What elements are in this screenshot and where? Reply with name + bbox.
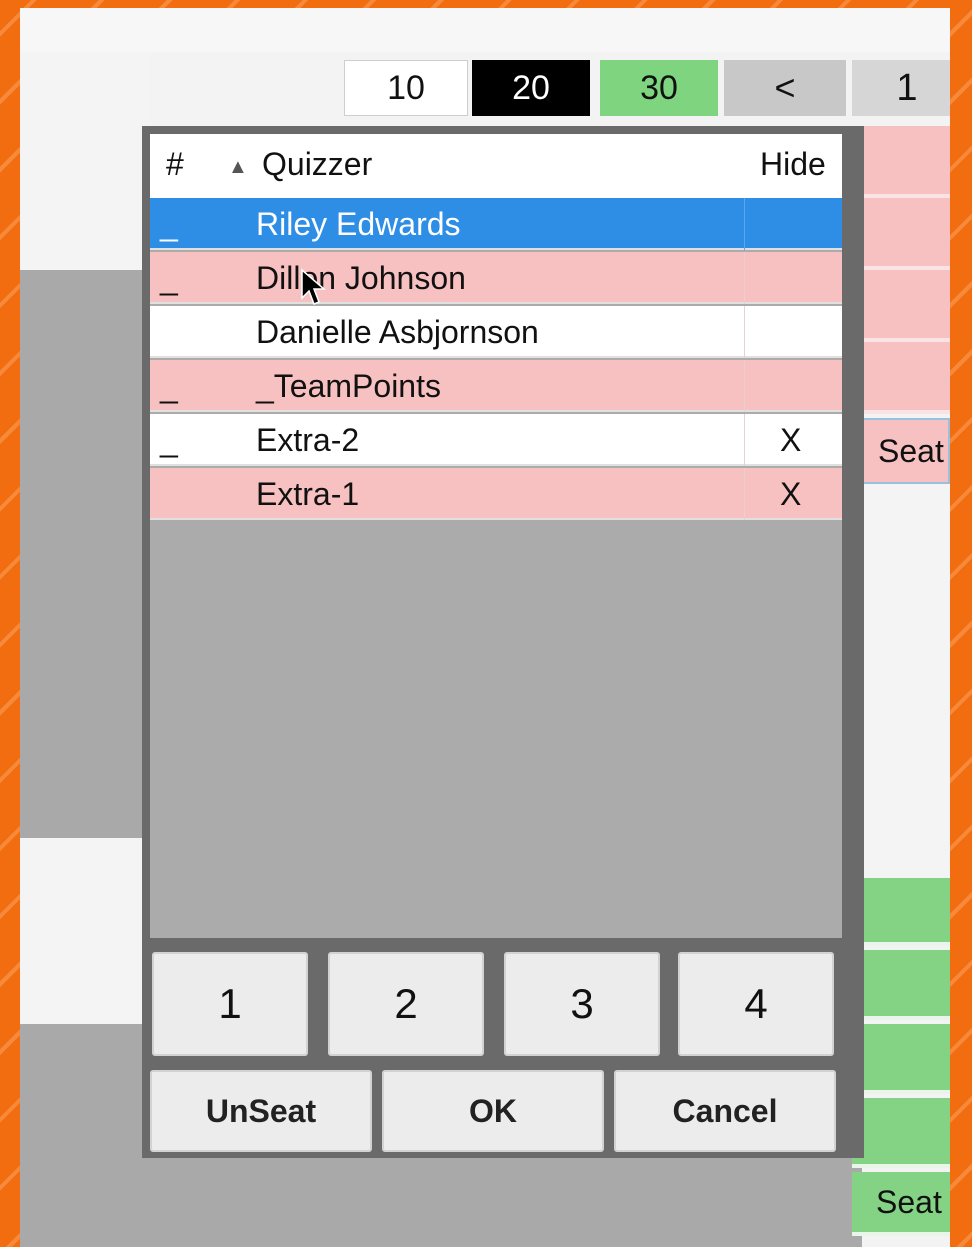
table-row[interactable]: _ _TeamPoints bbox=[150, 360, 842, 412]
seat-cell-green[interactable] bbox=[852, 950, 950, 1020]
app-window: 10 20 30 < 1 Seat Seat # ▲ Quizzer Hide … bbox=[20, 8, 950, 1247]
quizzer-name: Riley Edwards bbox=[256, 206, 461, 242]
page-1-button[interactable]: 1 bbox=[852, 60, 950, 116]
score-20-button[interactable]: 20 bbox=[472, 60, 590, 116]
unseat-button[interactable]: UnSeat bbox=[150, 1070, 372, 1152]
seat-1-button[interactable]: 1 bbox=[152, 952, 308, 1056]
table-row[interactable]: _ Riley Edwards bbox=[150, 198, 842, 250]
quizzer-dialog: # ▲ Quizzer Hide _ Riley Edwards _ Dillo… bbox=[142, 126, 864, 1158]
table-row[interactable]: _ Dillon Johnson bbox=[150, 252, 842, 305]
seat-cell-green[interactable] bbox=[852, 878, 950, 946]
column-header-number[interactable]: # bbox=[166, 146, 184, 183]
quizzer-name: _TeamPoints bbox=[256, 368, 441, 404]
seat-3-button[interactable]: 3 bbox=[504, 952, 660, 1056]
previous-button[interactable]: < bbox=[724, 60, 846, 116]
quizzer-name: Danielle Asbjornson bbox=[256, 314, 539, 350]
quizzer-name: Extra-1 bbox=[256, 476, 360, 512]
mouse-cursor-icon bbox=[301, 268, 327, 305]
column-header-quizzer[interactable]: Quizzer bbox=[262, 146, 372, 183]
table-row[interactable]: Danielle Asbjornson bbox=[150, 306, 842, 358]
table-row[interactable]: Extra-1 X bbox=[150, 468, 842, 520]
table-row[interactable]: _ Extra-2 X bbox=[150, 414, 842, 466]
row-number: _ bbox=[160, 206, 178, 242]
app-topbar bbox=[20, 8, 950, 52]
ok-button[interactable]: OK bbox=[382, 1070, 604, 1152]
seat-cell[interactable] bbox=[852, 126, 950, 198]
seat-cell-green[interactable] bbox=[852, 1024, 950, 1094]
quizzer-name: Extra-2 bbox=[256, 422, 360, 458]
seat-cell[interactable] bbox=[852, 270, 950, 342]
right-pane-white bbox=[852, 484, 950, 878]
seat-cell[interactable] bbox=[852, 198, 950, 270]
row-number: _ bbox=[160, 368, 178, 404]
row-number: _ bbox=[160, 260, 178, 296]
seat-button[interactable]: Seat bbox=[852, 418, 950, 484]
left-pane-white bbox=[20, 838, 150, 1024]
seat-4-button[interactable]: 4 bbox=[678, 952, 834, 1056]
seat-cell[interactable] bbox=[852, 342, 950, 414]
left-pane-bottom bbox=[20, 1024, 150, 1247]
score-30-button[interactable]: 30 bbox=[600, 60, 718, 116]
seat-button[interactable]: Seat bbox=[852, 1172, 950, 1236]
background-gray-under-dialog bbox=[142, 1158, 862, 1247]
hide-flag[interactable]: X bbox=[780, 422, 801, 459]
row-number: _ bbox=[160, 422, 178, 458]
quizzer-name: Dillon Johnson bbox=[256, 260, 466, 296]
quizzer-grid: # ▲ Quizzer Hide _ Riley Edwards _ Dillo… bbox=[150, 134, 842, 938]
hide-flag[interactable]: X bbox=[780, 476, 801, 513]
left-pane-top bbox=[20, 52, 150, 270]
seat-2-button[interactable]: 2 bbox=[328, 952, 484, 1056]
score-10-button[interactable]: 10 bbox=[344, 60, 468, 116]
column-header-hide[interactable]: Hide bbox=[760, 146, 826, 183]
cancel-button[interactable]: Cancel bbox=[614, 1070, 836, 1152]
seat-cell-green[interactable] bbox=[852, 1098, 950, 1168]
grid-header: # ▲ Quizzer Hide bbox=[150, 134, 842, 198]
left-pane-gray bbox=[20, 270, 150, 838]
sort-ascending-icon: ▲ bbox=[228, 156, 248, 178]
